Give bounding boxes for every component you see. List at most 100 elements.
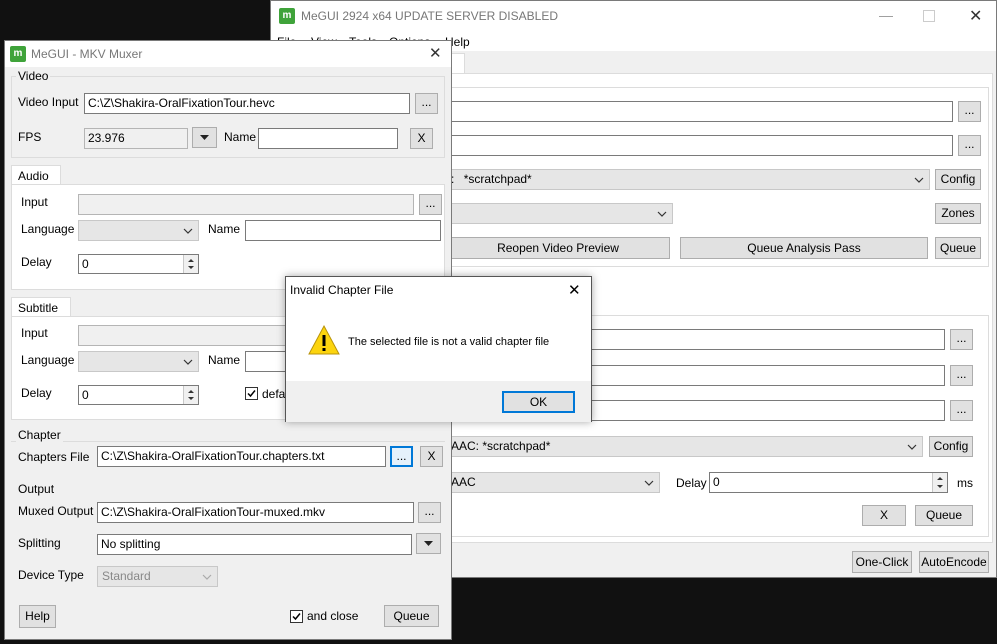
main-video-config-button[interactable]: Config bbox=[935, 169, 981, 190]
chevron-down-icon bbox=[657, 211, 667, 217]
video-input-label: Video Input bbox=[18, 95, 79, 109]
main-audio-delay-label: Delay bbox=[676, 476, 707, 490]
main-audio-config-button[interactable]: Config bbox=[929, 436, 973, 457]
muxer-help-button[interactable]: Help bbox=[19, 605, 56, 628]
main-audio-input-browse-button[interactable]: ... bbox=[950, 329, 973, 350]
fps-field[interactable]: 23.976 bbox=[84, 128, 188, 149]
main-audio-delay-value: 0 bbox=[713, 475, 720, 489]
megui-logo-icon: m bbox=[10, 46, 26, 62]
audio-name-field[interactable] bbox=[245, 220, 441, 241]
main-video-output-browse-button[interactable]: ... bbox=[958, 135, 981, 156]
subtitle-default-checkbox[interactable] bbox=[245, 387, 258, 400]
video-name-clear-button[interactable]: X bbox=[410, 128, 433, 149]
main-zones-button[interactable]: Zones bbox=[935, 203, 981, 224]
and-close-checkbox[interactable] bbox=[290, 610, 303, 623]
subtitle-delay-label: Delay bbox=[21, 386, 52, 400]
chevron-down-icon bbox=[914, 177, 924, 183]
device-type-combo[interactable]: Standard bbox=[97, 566, 218, 587]
main-titlebar: m MeGUI 2924 x64 UPDATE SERVER DISABLED … bbox=[271, 1, 996, 31]
main-video-input-field[interactable] bbox=[446, 101, 953, 122]
video-name-label: Name bbox=[224, 130, 257, 144]
device-type-value: Standard bbox=[102, 569, 151, 583]
chevron-down-icon bbox=[183, 359, 193, 365]
main-close-button[interactable]: ✕ bbox=[969, 6, 982, 26]
dialog-title: Invalid Chapter File bbox=[290, 283, 394, 297]
chevron-down-icon bbox=[907, 444, 917, 450]
dropdown-arrow-icon bbox=[200, 135, 209, 140]
main-video-format-combo[interactable] bbox=[446, 203, 673, 224]
splitting-label: Splitting bbox=[18, 536, 61, 550]
and-close-label: and close bbox=[307, 609, 359, 623]
subtitle-delay-value: 0 bbox=[82, 388, 89, 402]
muxer-close-button[interactable]: ✕ bbox=[429, 44, 442, 62]
one-click-button[interactable]: One-Click bbox=[852, 551, 912, 573]
audio-name-label: Name bbox=[208, 222, 241, 236]
main-audio-format-value: AAC bbox=[451, 475, 476, 489]
megui-logo-icon: m bbox=[279, 8, 295, 24]
main-audio-clear-button[interactable]: X bbox=[862, 505, 906, 526]
main-video-output-field[interactable] bbox=[446, 135, 953, 156]
main-audio-queue-button[interactable]: Queue bbox=[915, 505, 973, 526]
audio-input-browse-button[interactable]: ... bbox=[419, 194, 442, 215]
video-input-field[interactable]: C:\Z\Shakira-OralFixationTour.hevc bbox=[84, 93, 410, 114]
spinner-arrows-icon[interactable] bbox=[183, 255, 198, 273]
subtitle-language-label: Language bbox=[21, 353, 75, 367]
subtitle-language-combo[interactable] bbox=[78, 351, 199, 372]
queue-analysis-pass-button[interactable]: Queue Analysis Pass bbox=[680, 237, 928, 259]
reopen-video-preview-button[interactable]: Reopen Video Preview bbox=[446, 237, 670, 259]
chapters-file-browse-button[interactable]: ... bbox=[390, 446, 413, 467]
subtitle-delay-spinner[interactable]: 0 bbox=[78, 385, 199, 405]
main-audio-preset-value: AAC: *scratchpad* bbox=[451, 439, 551, 453]
tab-audio-1[interactable]: Audio 1 bbox=[11, 165, 61, 197]
audio-language-label: Language bbox=[21, 222, 75, 236]
chapters-clear-button[interactable]: X bbox=[420, 446, 443, 467]
splitting-dropdown-button[interactable] bbox=[416, 533, 441, 554]
autoencode-button[interactable]: AutoEncode bbox=[919, 551, 989, 573]
minimize-button[interactable]: — bbox=[879, 7, 893, 23]
main-audio-output-browse-button[interactable]: ... bbox=[950, 400, 973, 421]
audio-delay-spinner[interactable]: 0 bbox=[78, 254, 199, 274]
dialog-message: The selected file is not a valid chapter… bbox=[348, 336, 550, 348]
main-video-preset-combo[interactable]: : *scratchpad* bbox=[446, 169, 930, 190]
main-video-input-browse-button[interactable]: ... bbox=[958, 101, 981, 122]
chevron-down-icon bbox=[202, 574, 212, 580]
ms-label: ms bbox=[957, 476, 973, 490]
audio-input-field[interactable] bbox=[78, 194, 414, 215]
subtitle-default-label: defa bbox=[262, 387, 286, 401]
tab-subtitle-1[interactable]: Subtitle 1 bbox=[11, 297, 71, 329]
chapters-file-field[interactable]: C:\Z\Shakira-OralFixationTour.chapters.t… bbox=[97, 446, 386, 467]
fps-label: FPS bbox=[18, 130, 42, 144]
muxer-video-group-label: Video bbox=[16, 69, 51, 83]
audio-delay-label: Delay bbox=[21, 255, 52, 269]
muxer-titlebar: m MeGUI - MKV Muxer ✕ bbox=[5, 41, 451, 67]
main-audio-preset-combo[interactable]: AAC: *scratchpad* bbox=[446, 436, 923, 457]
main-window-title: MeGUI 2924 x64 UPDATE SERVER DISABLED bbox=[301, 9, 558, 23]
subtitle-name-label: Name bbox=[208, 353, 241, 367]
muxer-title: MeGUI - MKV Muxer bbox=[31, 47, 143, 61]
maximize-button[interactable] bbox=[923, 10, 935, 22]
audio-delay-value: 0 bbox=[82, 257, 89, 271]
dialog-ok-button[interactable]: OK bbox=[502, 391, 575, 413]
dialog-close-button[interactable]: ✕ bbox=[568, 281, 581, 299]
fps-dropdown-button[interactable] bbox=[192, 127, 217, 148]
video-name-field[interactable] bbox=[258, 128, 398, 149]
chapters-file-label: Chapters File bbox=[18, 450, 90, 464]
main-audio-delay-spinner[interactable]: 0 bbox=[709, 472, 948, 493]
video-input-browse-button[interactable]: ... bbox=[415, 93, 438, 114]
audio-language-combo[interactable] bbox=[78, 220, 199, 241]
main-audio-cut-browse-button[interactable]: ... bbox=[950, 365, 973, 386]
spinner-arrows-icon[interactable] bbox=[183, 386, 198, 404]
muxed-output-field[interactable]: C:\Z\Shakira-OralFixationTour-muxed.mkv bbox=[97, 502, 414, 523]
invalid-chapter-dialog: Invalid Chapter File ✕ The selected file… bbox=[285, 276, 592, 422]
main-video-queue-button[interactable]: Queue bbox=[935, 237, 981, 259]
chevron-down-icon bbox=[644, 480, 654, 486]
muxed-output-label: Muxed Output bbox=[18, 504, 94, 518]
main-audio-format-combo[interactable]: AAC bbox=[446, 472, 660, 493]
muxer-queue-button[interactable]: Queue bbox=[384, 605, 439, 627]
subtitle-input-label: Input bbox=[21, 326, 48, 340]
chevron-down-icon bbox=[183, 228, 193, 234]
warning-icon bbox=[308, 324, 340, 355]
spinner-arrows-icon[interactable] bbox=[932, 473, 947, 492]
splitting-field[interactable]: No splitting bbox=[97, 534, 412, 555]
muxed-output-browse-button[interactable]: ... bbox=[418, 502, 441, 523]
